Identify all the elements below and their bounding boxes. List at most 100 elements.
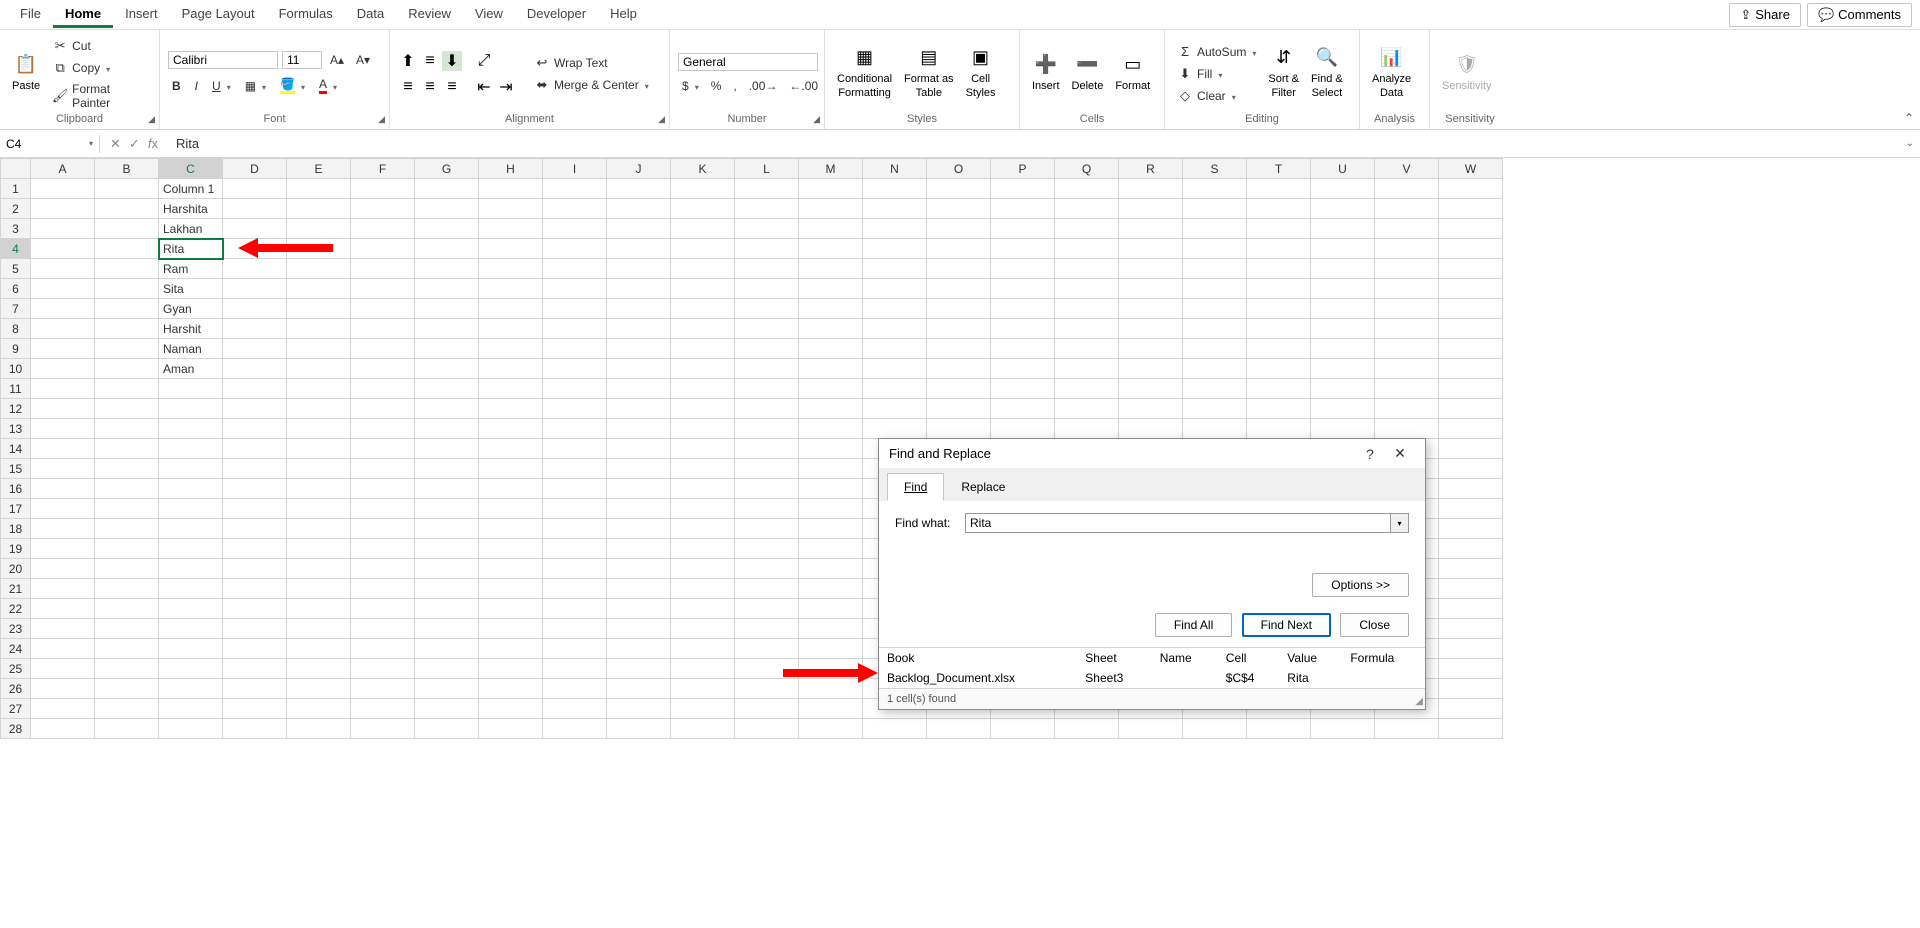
merge-center-button[interactable]: ⬌Merge & Center — [530, 75, 653, 95]
menu-tab-formulas[interactable]: Formulas — [267, 2, 345, 28]
options-button[interactable]: Options >> — [1312, 573, 1409, 597]
name-box-dropdown-icon[interactable]: ▾ — [89, 139, 93, 148]
cell-M14[interactable] — [799, 439, 863, 459]
cell-M16[interactable] — [799, 479, 863, 499]
cell-I1[interactable] — [543, 179, 607, 199]
cell-J24[interactable] — [607, 639, 671, 659]
cell-W9[interactable] — [1439, 339, 1503, 359]
cell-J16[interactable] — [607, 479, 671, 499]
cell-J5[interactable] — [607, 259, 671, 279]
dialog-tab-replace[interactable]: Replace — [944, 473, 1022, 501]
cell-O11[interactable] — [927, 379, 991, 399]
cell-Q12[interactable] — [1055, 399, 1119, 419]
cell-L14[interactable] — [735, 439, 799, 459]
cell-Q3[interactable] — [1055, 219, 1119, 239]
cell-F11[interactable] — [351, 379, 415, 399]
cell-H8[interactable] — [479, 319, 543, 339]
cell-D24[interactable] — [223, 639, 287, 659]
cell-E9[interactable] — [287, 339, 351, 359]
cell-S6[interactable] — [1183, 279, 1247, 299]
name-box[interactable]: C4 ▾ — [0, 135, 100, 153]
cell-Q9[interactable] — [1055, 339, 1119, 359]
col-header-A[interactable]: A — [31, 159, 95, 179]
cell-W2[interactable] — [1439, 199, 1503, 219]
cell-H26[interactable] — [479, 679, 543, 699]
cell-R2[interactable] — [1119, 199, 1183, 219]
cell-K19[interactable] — [671, 539, 735, 559]
cell-K13[interactable] — [671, 419, 735, 439]
cell-L21[interactable] — [735, 579, 799, 599]
cell-C9[interactable]: Naman — [159, 339, 223, 359]
increase-decimal-button[interactable]: .00→ — [745, 77, 782, 95]
cell-G11[interactable] — [415, 379, 479, 399]
cell-P5[interactable] — [991, 259, 1055, 279]
cell-D1[interactable] — [223, 179, 287, 199]
row-header-9[interactable]: 9 — [1, 339, 31, 359]
cell-R4[interactable] — [1119, 239, 1183, 259]
cell-B25[interactable] — [95, 659, 159, 679]
cell-C5[interactable]: Ram — [159, 259, 223, 279]
cell-M9[interactable] — [799, 339, 863, 359]
cell-B13[interactable] — [95, 419, 159, 439]
cell-H23[interactable] — [479, 619, 543, 639]
cell-L20[interactable] — [735, 559, 799, 579]
cell-W18[interactable] — [1439, 519, 1503, 539]
row-header-22[interactable]: 22 — [1, 599, 31, 619]
cell-U2[interactable] — [1311, 199, 1375, 219]
cell-G23[interactable] — [415, 619, 479, 639]
cell-K6[interactable] — [671, 279, 735, 299]
orientation-button[interactable]: ⤢ — [474, 51, 494, 71]
percent-button[interactable]: % — [707, 77, 726, 95]
cell-O13[interactable] — [927, 419, 991, 439]
cell-G15[interactable] — [415, 459, 479, 479]
cell-L17[interactable] — [735, 499, 799, 519]
col-header-U[interactable]: U — [1311, 159, 1375, 179]
cell-C12[interactable] — [159, 399, 223, 419]
cell-E11[interactable] — [287, 379, 351, 399]
cell-D23[interactable] — [223, 619, 287, 639]
cell-J11[interactable] — [607, 379, 671, 399]
cell-H9[interactable] — [479, 339, 543, 359]
cell-I24[interactable] — [543, 639, 607, 659]
cell-E17[interactable] — [287, 499, 351, 519]
cell-C3[interactable]: Lakhan — [159, 219, 223, 239]
cell-G25[interactable] — [415, 659, 479, 679]
col-header-R[interactable]: R — [1119, 159, 1183, 179]
col-header-P[interactable]: P — [991, 159, 1055, 179]
cell-D26[interactable] — [223, 679, 287, 699]
cell-D12[interactable] — [223, 399, 287, 419]
cell-D7[interactable] — [223, 299, 287, 319]
col-header-O[interactable]: O — [927, 159, 991, 179]
cell-V9[interactable] — [1375, 339, 1439, 359]
align-bottom-button[interactable]: ⬇ — [442, 51, 462, 71]
cell-L22[interactable] — [735, 599, 799, 619]
cell-A18[interactable] — [31, 519, 95, 539]
cell-I14[interactable] — [543, 439, 607, 459]
cell-S8[interactable] — [1183, 319, 1247, 339]
cell-D27[interactable] — [223, 699, 287, 719]
cell-B15[interactable] — [95, 459, 159, 479]
col-name[interactable]: Name — [1152, 648, 1218, 668]
cell-G8[interactable] — [415, 319, 479, 339]
cell-W14[interactable] — [1439, 439, 1503, 459]
col-header-L[interactable]: L — [735, 159, 799, 179]
cell-F22[interactable] — [351, 599, 415, 619]
cell-V11[interactable] — [1375, 379, 1439, 399]
cell-W20[interactable] — [1439, 559, 1503, 579]
delete-cells-button[interactable]: ➖Delete — [1068, 52, 1108, 95]
cell-E7[interactable] — [287, 299, 351, 319]
row-header-11[interactable]: 11 — [1, 379, 31, 399]
cell-U1[interactable] — [1311, 179, 1375, 199]
cell-J25[interactable] — [607, 659, 671, 679]
cell-K10[interactable] — [671, 359, 735, 379]
cell-N12[interactable] — [863, 399, 927, 419]
cell-H14[interactable] — [479, 439, 543, 459]
cell-J12[interactable] — [607, 399, 671, 419]
cell-B10[interactable] — [95, 359, 159, 379]
cell-K3[interactable] — [671, 219, 735, 239]
cell-A21[interactable] — [31, 579, 95, 599]
cell-C4[interactable]: Rita — [159, 239, 223, 259]
cell-F20[interactable] — [351, 559, 415, 579]
cell-H17[interactable] — [479, 499, 543, 519]
cell-K21[interactable] — [671, 579, 735, 599]
